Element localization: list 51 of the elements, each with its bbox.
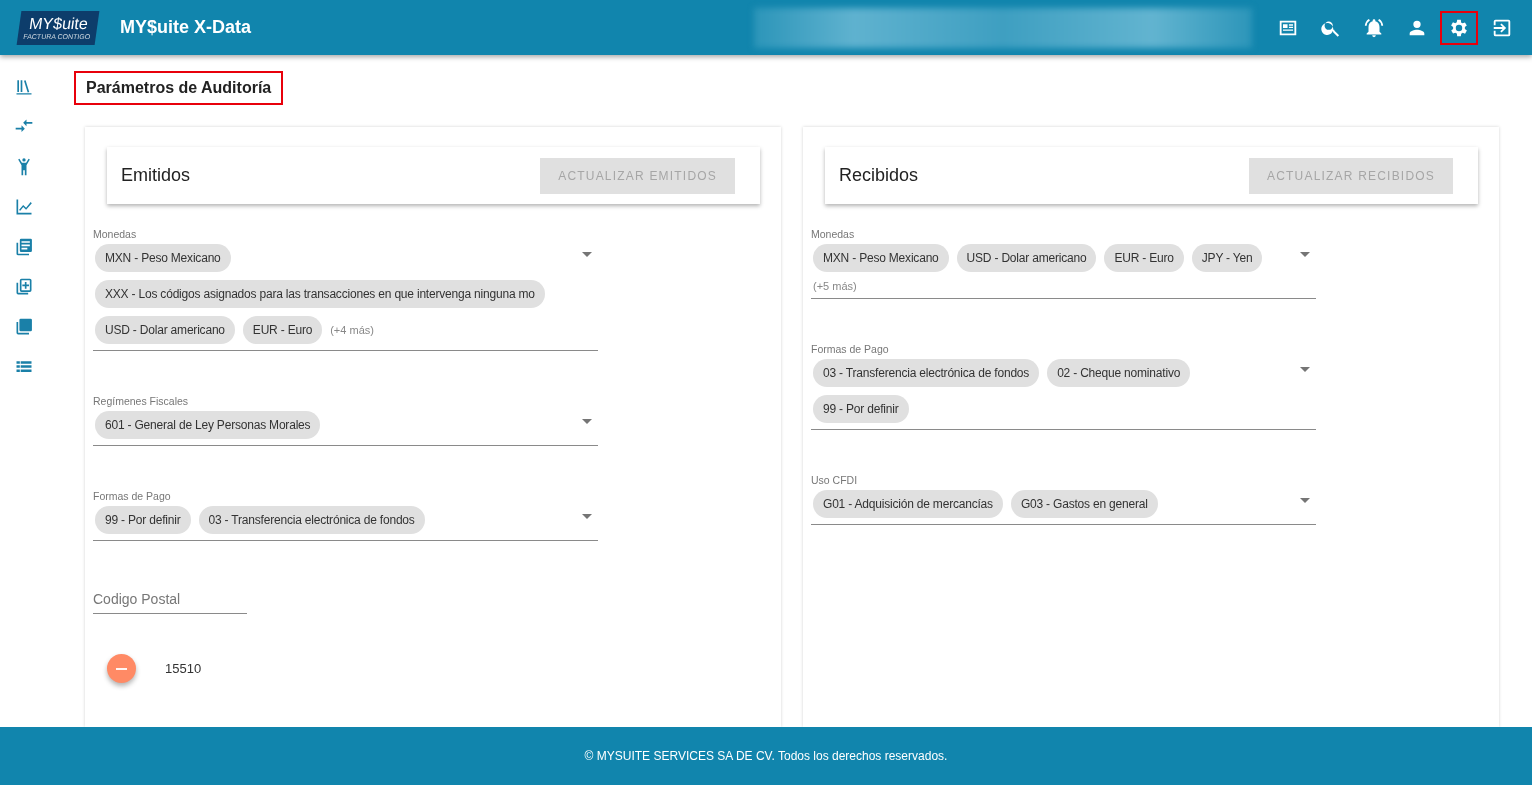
- caret-icon: [1300, 498, 1310, 503]
- chip: G01 - Adquisición de mercancías: [813, 490, 1003, 518]
- app-title: MY$uite X-Data: [120, 17, 252, 38]
- squares-icon: [14, 317, 34, 337]
- logo-brand: MY$uite: [27, 14, 90, 33]
- more-count: (+5 más): [813, 280, 857, 292]
- postal-code-value: 15510: [165, 661, 202, 676]
- chip: 02 - Cheque nominativo: [1047, 359, 1191, 387]
- select-field[interactable]: Regímenes Fiscales 601 - General de Ley Personas Morales: [93, 395, 598, 446]
- panel-title: Emitidos: [121, 165, 191, 186]
- caret-icon: [582, 514, 592, 519]
- select-field[interactable]: Formas de Pago 99 - Por definir 03 - Transferencia electrónica de fondos: [93, 490, 598, 541]
- settings-button[interactable]: [1440, 10, 1478, 45]
- caret-icon: [1300, 367, 1310, 372]
- field-label: Formas de Pago: [93, 490, 172, 502]
- chip: MXN - Peso Mexicano: [813, 244, 949, 272]
- document-stack-icon: [14, 237, 34, 257]
- copyright-text: © MYSUITE SERVICES SA DE CV. Todos los derechos reservados.: [584, 749, 948, 763]
- chip: 601 - General de Ley Personas Morales: [95, 411, 321, 439]
- caret-icon: [582, 252, 592, 257]
- panel-title: Recibidos: [839, 165, 919, 186]
- chip: 03 - Transferencia electrónica de fondos: [198, 506, 425, 534]
- field-label: Uso CFDI: [811, 474, 859, 486]
- field-label: Monedas: [811, 228, 856, 240]
- chip: MXN - Peso Mexicano: [95, 244, 231, 272]
- line-chart-icon: [14, 197, 34, 217]
- chip: XXX - Los códigos asignados para las transacciones en que intervenga ninguna mo: [95, 280, 545, 308]
- chip: 99 - Por definir: [813, 395, 909, 423]
- field-label: Formas de Pago: [811, 343, 890, 355]
- remove-button[interactable]: [107, 654, 136, 683]
- books-icon: [14, 77, 34, 97]
- select-field[interactable]: Monedas MXN - Peso Mexicano XXX - Los códigos asignados para las transacciones en que intervenga ninguna mo USD - Dolar americano EUR - Euro (+4 más): [93, 228, 598, 351]
- chip: G03 - Gastos en general: [1010, 490, 1158, 518]
- chip: EUR - Euro: [1104, 244, 1184, 272]
- chip: USD - Dolar americano: [956, 244, 1097, 272]
- select-field[interactable]: Uso CFDI G01 - Adquisición de mercancías G03 - Gastos en general: [811, 474, 1316, 525]
- bell-icon: [1362, 16, 1385, 39]
- select-field[interactable]: Formas de Pago 03 - Transferencia electrónica de fondos 02 - Cheque nominativo 99 - Por definir: [811, 343, 1316, 430]
- chip: EUR - Euro: [242, 316, 323, 344]
- page-title: Parámetros de Auditoría: [74, 71, 284, 105]
- chip: JPY - Yen: [1191, 244, 1263, 272]
- minus-icon: [116, 667, 127, 670]
- caret-icon: [582, 419, 592, 424]
- field-label: Monedas: [93, 228, 138, 240]
- select-field[interactable]: Monedas MXN - Peso Mexicano USD - Dolar americano EUR - Euro JPY - Yen (+5 más): [811, 228, 1316, 299]
- caret-icon: [1300, 252, 1310, 257]
- chip: 99 - Por definir: [95, 506, 191, 534]
- field-label: Regímenes Fiscales: [93, 395, 190, 407]
- chip: USD - Dolar americano: [95, 316, 235, 344]
- chip: 03 - Transferencia electrónica de fondos: [813, 359, 1040, 387]
- more-count: (+4 más): [330, 324, 374, 336]
